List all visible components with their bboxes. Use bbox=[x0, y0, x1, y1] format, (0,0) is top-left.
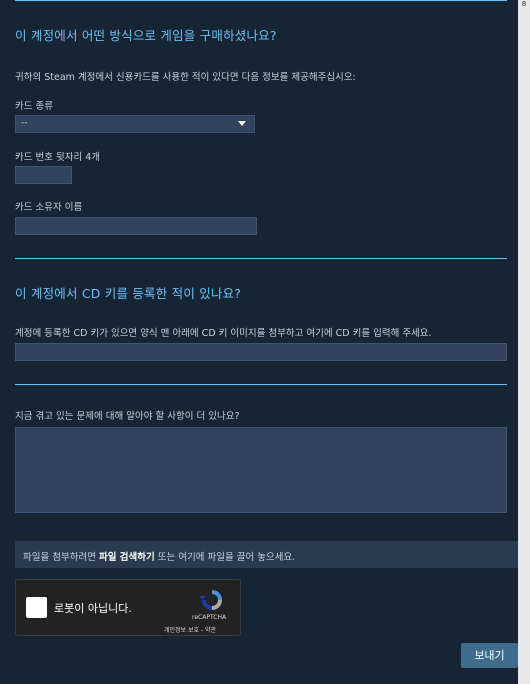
top-divider bbox=[15, 0, 507, 1]
card-holder-input[interactable] bbox=[15, 217, 257, 235]
section-divider-1 bbox=[15, 258, 507, 259]
cdkey-input[interactable] bbox=[15, 343, 507, 361]
extra-info-description: 지금 겪고 있는 문제에 대해 알아야 할 사항이 더 있나요? bbox=[15, 411, 240, 422]
recaptcha-logo-icon bbox=[199, 590, 222, 610]
payment-section-description: 귀하의 Steam 계정에서 신용카드를 사용한 적이 있다면 다음 정보를 제… bbox=[15, 72, 356, 83]
upload-suffix: 또는 여기에 파일을 끌어 놓으세요. bbox=[154, 552, 296, 563]
card-holder-label: 카드 소유자 이름 bbox=[15, 202, 83, 213]
card-type-select[interactable]: -- bbox=[15, 115, 255, 133]
submit-button[interactable]: 보내기 bbox=[461, 643, 518, 668]
section-divider-2 bbox=[15, 384, 507, 385]
cdkey-section-description: 계정에 등록한 CD 키가 있으면 양식 맨 아래에 CD 키 이미지를 첨부하… bbox=[15, 328, 432, 339]
upload-instructions: 파일을 첨부하려면 파일 검색하기 또는 여기에 파일을 끌어 놓으세요. bbox=[23, 549, 295, 563]
captcha-brand: reCAPTCHA bbox=[192, 614, 227, 621]
cdkey-section-title: 이 계정에서 CD 키를 등록한 적이 있나요? bbox=[15, 286, 242, 301]
captcha-checkbox[interactable] bbox=[26, 597, 47, 618]
extra-info-textarea[interactable] bbox=[15, 427, 507, 513]
card-type-value: -- bbox=[21, 118, 28, 128]
captcha-links[interactable]: 개인정보 보호 - 약관 bbox=[164, 625, 216, 634]
file-upload-dropzone[interactable]: 파일을 첨부하려면 파일 검색하기 또는 여기에 파일을 끌어 놓으세요. bbox=[15, 541, 519, 568]
scrollbar[interactable]: 8 bbox=[518, 0, 530, 684]
card-last4-label: 카드 번호 뒷자리 4개 bbox=[15, 152, 101, 163]
card-type-label: 카드 종류 bbox=[15, 101, 53, 112]
recaptcha-widget: 로봇이 아닙니다. reCAPTCHA 개인정보 보호 - 약관 bbox=[15, 579, 241, 636]
browse-files-link[interactable]: 파일 검색하기 bbox=[99, 552, 155, 563]
support-form: 이 계정에서 어떤 방식으로 게임을 구매하셨나요? 귀하의 Steam 계정에… bbox=[0, 0, 519, 684]
scrollbar-marker: 8 bbox=[521, 0, 527, 8]
payment-section-title: 이 계정에서 어떤 방식으로 게임을 구매하셨나요? bbox=[15, 28, 277, 43]
captcha-label: 로봇이 아닙니다. bbox=[54, 602, 132, 615]
card-last4-input[interactable] bbox=[15, 166, 72, 184]
chevron-down-icon bbox=[238, 121, 246, 126]
upload-prefix: 파일을 첨부하려면 bbox=[23, 552, 99, 563]
